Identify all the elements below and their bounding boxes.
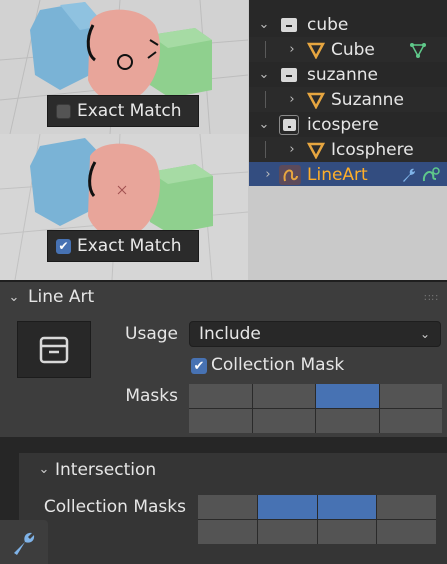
usage-label: Usage	[125, 324, 178, 344]
outliner-item-label: LineArt	[307, 164, 368, 185]
intersection-mask-toggle-2[interactable]	[257, 495, 317, 519]
collection-masks-label: Collection Masks	[43, 497, 186, 517]
intersection-mask-toggle-6[interactable]	[257, 520, 317, 544]
outliner-item-label: suzanne	[307, 64, 378, 85]
outliner-item-label: cube	[307, 14, 349, 35]
mask-toggle-6[interactable]	[252, 409, 315, 433]
drag-grip-icon[interactable]: ∷∷	[424, 293, 439, 304]
mask-toggle-1[interactable]	[189, 384, 252, 408]
collection-mask-label: Collection Mask	[211, 355, 345, 375]
mask-toggle-5[interactable]	[189, 409, 252, 433]
expand-chevron-icon[interactable]: ›	[261, 167, 275, 182]
collection-box-icon	[39, 336, 69, 363]
tree-line	[265, 41, 266, 58]
expand-chevron-icon[interactable]: ›	[285, 92, 299, 107]
masks-label: Masks	[125, 386, 178, 406]
tree-line	[265, 141, 266, 158]
outliner-row-icospere[interactable]: ⌄ icospere	[249, 112, 447, 137]
outliner-item-label: icospere	[307, 114, 379, 135]
exact-match-label: Exact Match	[77, 236, 182, 256]
intersection-mask-toggle-7[interactable]	[317, 520, 377, 544]
collection-icon	[281, 17, 297, 32]
exact-match-checkbox[interactable]	[56, 103, 71, 119]
intersection-panel-header[interactable]: ⌄ Intersection	[19, 453, 447, 486]
mask-toggle-3[interactable]	[316, 384, 379, 408]
line-art-panel-title: Line Art	[28, 287, 95, 307]
chevron-down-icon: ⌄	[420, 327, 431, 341]
outliner-row-cube-object[interactable]: › Cube	[249, 37, 447, 62]
masks-grid	[189, 384, 442, 433]
mask-toggle-8[interactable]	[379, 409, 442, 433]
lineart-icon	[279, 164, 301, 185]
mask-toggle-7[interactable]	[316, 409, 379, 433]
tree-line	[265, 91, 266, 108]
outliner-item-label: Suzanne	[331, 89, 404, 110]
modifier-wrench-icon[interactable]	[399, 166, 417, 184]
expand-chevron-icon[interactable]: ›	[285, 42, 299, 57]
expand-chevron-icon[interactable]: ⌄	[257, 17, 271, 32]
viewport-preview-bottom: ✔ Exact Match	[0, 134, 248, 280]
outliner-item-label: Cube	[331, 39, 375, 60]
collection-icon-active	[279, 114, 299, 135]
exact-match-checkbox-checked[interactable]: ✔	[56, 238, 71, 254]
mask-toggle-4[interactable]	[379, 384, 442, 408]
collection-preview-thumbnail	[17, 321, 91, 378]
viewport-preview-top: Exact Match	[0, 0, 248, 134]
outliner-row-icosphere-object[interactable]: › Icosphere	[249, 137, 447, 162]
usage-dropdown[interactable]: Include ⌄	[189, 321, 441, 347]
intersection-mask-toggle-5[interactable]	[198, 520, 257, 544]
outliner-row-suzanne-object[interactable]: › Suzanne	[249, 87, 447, 112]
outliner: ⌄ cube › Cube ⌄ suzanne › Suzanne ⌄ icos…	[249, 0, 447, 186]
panel-divider	[0, 437, 447, 453]
expand-chevron-icon[interactable]: ›	[285, 142, 299, 157]
intersection-mask-toggle-3[interactable]	[317, 495, 377, 519]
expand-chevron-icon[interactable]: ⌄	[257, 67, 271, 82]
wrench-icon	[14, 532, 35, 555]
collection-mask-checkbox[interactable]: ✔	[191, 358, 207, 374]
outliner-row-lineart[interactable]: › LineArt	[249, 162, 447, 186]
exact-match-label: Exact Match	[77, 101, 182, 121]
intersection-mask-toggle-8[interactable]	[377, 520, 436, 544]
collection-icon	[281, 67, 297, 82]
modifier-icon[interactable]	[421, 166, 441, 184]
modifier-properties-tab[interactable]	[0, 520, 48, 564]
intersection-panel-title: Intersection	[55, 459, 157, 480]
intersection-mask-toggle-4[interactable]	[377, 495, 436, 519]
mask-toggle-2[interactable]	[252, 384, 315, 408]
outliner-row-cube[interactable]: ⌄ cube	[249, 12, 447, 37]
outliner-row-suzanne[interactable]: ⌄ suzanne	[249, 62, 447, 87]
mesh-icon	[307, 142, 325, 159]
expand-chevron-icon[interactable]: ⌄	[257, 117, 271, 132]
exact-match-toggle-off[interactable]: Exact Match	[47, 95, 199, 127]
mesh-icon	[307, 42, 325, 59]
intersection-masks-grid	[198, 495, 436, 544]
usage-value: Include	[199, 324, 261, 344]
exact-match-toggle-on[interactable]: ✔ Exact Match	[47, 230, 199, 262]
intersection-mask-toggle-1[interactable]	[198, 495, 257, 519]
panel-collapse-chevron-icon[interactable]: ⌄	[0, 290, 28, 305]
outliner-item-label: Icosphere	[331, 139, 414, 160]
mesh-data-icon[interactable]	[409, 41, 427, 59]
line-art-panel-header[interactable]: ⌄ Line Art ∷∷	[0, 282, 447, 312]
panel-collapse-chevron-icon[interactable]: ⌄	[19, 462, 55, 477]
mesh-icon	[307, 92, 325, 109]
